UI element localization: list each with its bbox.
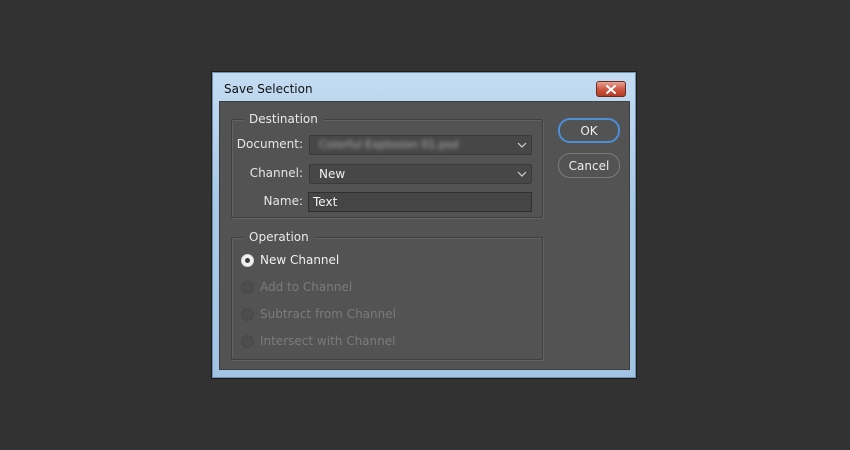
title-bar[interactable]: Save Selection: [213, 73, 635, 101]
document-label: Document:: [236, 137, 303, 151]
chevron-down-icon: [517, 142, 527, 148]
destination-legend: Destination: [243, 110, 324, 128]
close-button[interactable]: [596, 81, 626, 97]
name-value: Text: [313, 195, 338, 209]
document-value: Colorful Explosion 01.psd: [319, 138, 459, 151]
dialog-title: Save Selection: [224, 82, 313, 96]
name-input[interactable]: Text: [308, 192, 532, 212]
document-dropdown[interactable]: Colorful Explosion 01.psd: [309, 135, 532, 155]
channel-value: New: [319, 167, 346, 181]
ok-button[interactable]: OK: [558, 118, 620, 143]
chevron-down-icon: [517, 171, 527, 177]
operation-legend: Operation: [243, 228, 315, 246]
radio-label: New Channel: [260, 253, 340, 267]
radio-label: Subtract from Channel: [260, 307, 396, 321]
save-selection-dialog: Save Selection Destination Document: Col…: [212, 72, 636, 378]
radio-label: Intersect with Channel: [260, 334, 396, 348]
radio-unchecked-icon: [241, 335, 254, 348]
radio-label: Add to Channel: [260, 280, 353, 294]
radio-unchecked-icon: [241, 281, 254, 294]
radio-unchecked-icon: [241, 308, 254, 321]
dialog-body: Destination Document: Colorful Explosion…: [219, 101, 630, 370]
channel-label: Channel:: [249, 166, 303, 180]
radio-checked-icon: [241, 254, 254, 267]
cancel-button[interactable]: Cancel: [558, 153, 620, 178]
operation-group: Operation New Channel Add to Channel Sub…: [231, 228, 543, 360]
name-label: Name:: [263, 194, 303, 208]
destination-group: Destination Document: Colorful Explosion…: [231, 110, 543, 218]
channel-dropdown[interactable]: New: [309, 164, 532, 184]
close-x-icon: [606, 84, 616, 94]
